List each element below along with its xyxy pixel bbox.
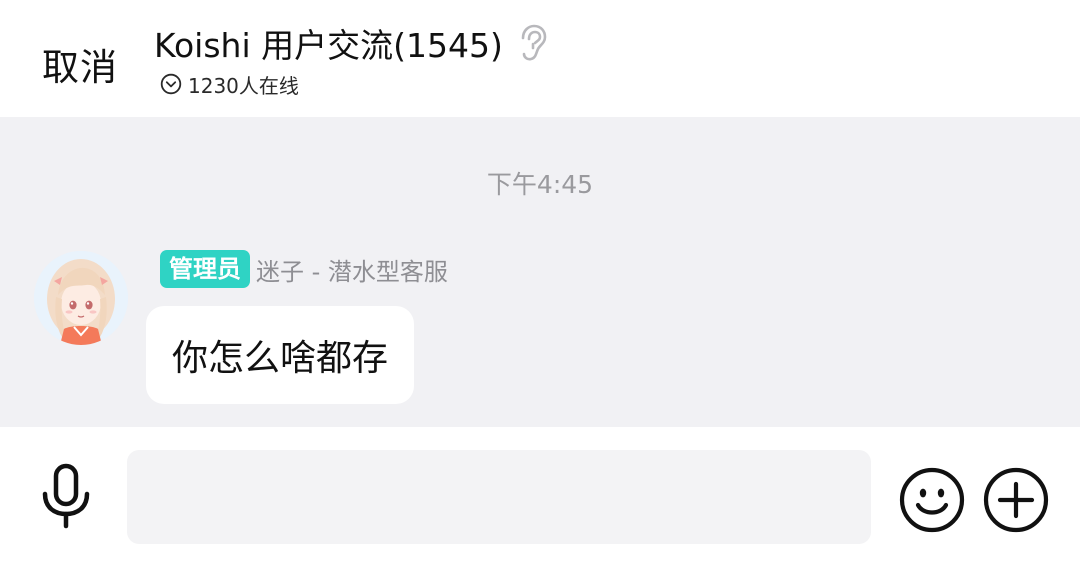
- chat-header: 取消 Koishi 用户交流(1545) 1230人在线: [0, 0, 1080, 117]
- chevron-circle-down-icon: [160, 73, 182, 95]
- smiley-icon[interactable]: [899, 467, 965, 533]
- title-row[interactable]: Koishi 用户交流(1545): [154, 20, 547, 66]
- cancel-button[interactable]: 取消: [42, 37, 118, 91]
- online-count: 1230人在线: [188, 73, 299, 98]
- message-bubble[interactable]: 你怎么啥都存: [146, 306, 415, 404]
- plus-circle-icon[interactable]: [983, 467, 1049, 533]
- message-timestamp: 下午4:45: [486, 170, 594, 199]
- microphone-icon[interactable]: [36, 463, 96, 529]
- message-text: 你怎么啥都存: [172, 338, 389, 379]
- online-status[interactable]: 1230人在线: [160, 70, 299, 98]
- sender-row: 管理员 迷子 - 潜水型客服: [160, 249, 448, 289]
- ear-icon[interactable]: [517, 24, 547, 62]
- input-bar: [0, 427, 1080, 567]
- message-input[interactable]: [127, 450, 871, 544]
- admin-badge: 管理员: [160, 250, 250, 288]
- avatar[interactable]: [34, 251, 128, 345]
- sender-name[interactable]: 迷子 - 潜水型客服: [256, 252, 448, 287]
- message-list[interactable]: 下午4:45 管理员 迷子 - 潜水型客服 你怎么啥都存: [0, 117, 1080, 427]
- anime-avatar-icon: [34, 251, 128, 345]
- group-title[interactable]: Koishi 用户交流(1545): [154, 19, 503, 67]
